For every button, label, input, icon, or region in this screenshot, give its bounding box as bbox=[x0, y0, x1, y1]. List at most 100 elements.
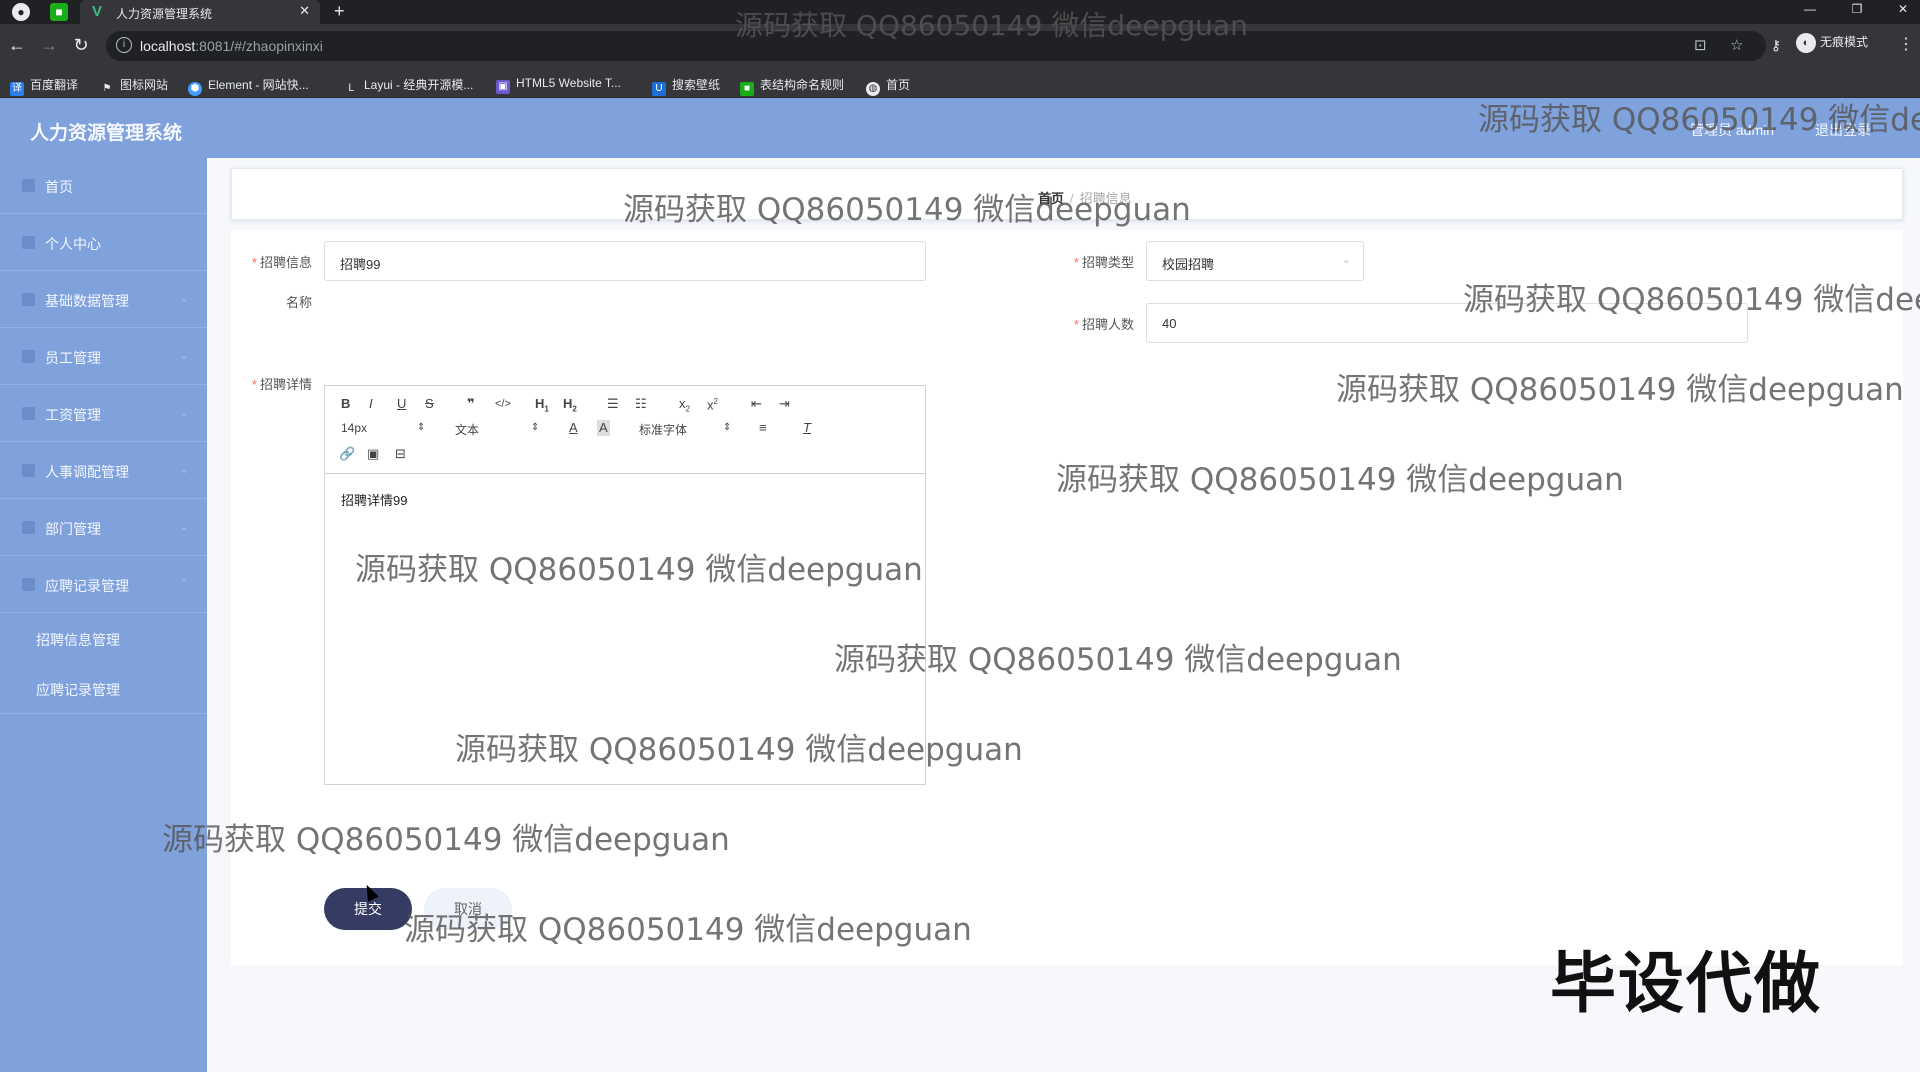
close-icon[interactable]: ✕ bbox=[299, 3, 310, 19]
sidebar-item-profile[interactable]: 个人中心 bbox=[0, 215, 207, 271]
watermark-text: 源码获取 QQ86050149 微信deepguan bbox=[404, 912, 972, 948]
bookmark-item[interactable]: ᒪ Layui - 经典开源模... bbox=[344, 76, 473, 96]
sidebar-item-label: 个人中心 bbox=[45, 236, 101, 252]
recruitment-type-select[interactable]: 校园招聘 ⌄ bbox=[1146, 241, 1364, 281]
bookmark-item[interactable]: 译百度翻译 bbox=[10, 76, 78, 96]
sidebar-item-base-data[interactable]: 基础数据管理 ⌄ bbox=[0, 272, 207, 328]
italic-icon[interactable]: I bbox=[369, 396, 373, 412]
video-icon[interactable]: ⊟ bbox=[395, 446, 406, 462]
bookmark-item[interactable]: U 搜索壁纸 bbox=[652, 76, 720, 96]
transfer-icon bbox=[22, 464, 35, 477]
flag-icon: ⚑ bbox=[100, 82, 114, 96]
bullet-list-icon[interactable]: ☷ bbox=[635, 396, 647, 412]
sidebar-item-home[interactable]: 首页 bbox=[0, 158, 207, 214]
watermark-text: 源码获取 QQ86050149 微信deepguan bbox=[623, 192, 1191, 228]
sidebar-subitem-label: 招聘信息管理 bbox=[36, 632, 120, 648]
background-color-icon[interactable]: A bbox=[597, 420, 610, 436]
outdent-icon[interactable]: ⇤ bbox=[751, 396, 762, 412]
key-icon[interactable]: ⚷ bbox=[1765, 35, 1787, 55]
name-field-label-line2: 名称 bbox=[285, 295, 312, 310]
site-info-icon[interactable]: i bbox=[116, 37, 132, 53]
pinned-tab-icon[interactable]: ■ bbox=[50, 3, 68, 21]
font-family-picker[interactable]: 标准字体 bbox=[639, 421, 687, 438]
sidebar-subitem-application-records[interactable]: 应聘记录管理 bbox=[0, 664, 207, 714]
reload-icon[interactable]: ↻ bbox=[70, 35, 92, 55]
watermark-text: 源码获取 QQ86050149 微信deepguan bbox=[1463, 282, 1920, 318]
picker-caret-icon: ⇕ bbox=[531, 422, 540, 433]
url-path: :8081/#/zhaopinxinxi bbox=[195, 38, 323, 54]
header1-icon[interactable]: H1 bbox=[535, 396, 549, 418]
sidebar-item-department[interactable]: 部门管理 ⌄ bbox=[0, 500, 207, 556]
url-text[interactable]: localhost:8081/#/zhaopinxinxi bbox=[140, 38, 323, 54]
incognito-indicator[interactable]: ◐ 无痕模式 bbox=[1796, 33, 1868, 53]
code-block-icon[interactable]: </> bbox=[495, 396, 511, 412]
sidebar-item-label: 人事调配管理 bbox=[45, 464, 129, 480]
bookmark-item[interactable]: ⚑ 图标网站 bbox=[100, 76, 168, 96]
sidebar-item-label: 基础数据管理 bbox=[45, 293, 129, 309]
bookmark-item[interactable]: ▣ HTML5 Website T... bbox=[496, 76, 621, 94]
blockquote-icon[interactable]: ❞ bbox=[467, 396, 475, 412]
editor-toolbar: B I U S ❞ </> H1 H2 ☰ ☷ x2 x2 ⇤ ⇥ 14px ⇕… bbox=[325, 386, 925, 474]
detail-field-label: * 招聘详情 bbox=[240, 374, 312, 393]
header2-icon[interactable]: H2 bbox=[563, 396, 577, 418]
sidebar: 首页 个人中心 基础数据管理 ⌄ 员工管理 ⌄ 工资管理 ⌄ 人事调配管理 ⌄ … bbox=[0, 158, 207, 1072]
translate-icon[interactable]: ⊡ bbox=[1694, 36, 1707, 54]
type-field-label: * 招聘类型 bbox=[1062, 252, 1134, 271]
layui-icon: ᒪ bbox=[344, 82, 358, 96]
bold-icon[interactable]: B bbox=[341, 396, 350, 412]
superscript-icon[interactable]: x2 bbox=[707, 394, 718, 413]
subscript-icon[interactable]: x2 bbox=[679, 396, 690, 418]
github-tab-icon[interactable]: ● bbox=[12, 3, 30, 21]
text-color-icon[interactable]: A bbox=[569, 420, 578, 436]
indent-icon[interactable]: ⇥ bbox=[779, 396, 790, 412]
wallpaper-icon: U bbox=[652, 82, 666, 96]
ordered-list-icon[interactable]: ☰ bbox=[607, 396, 619, 412]
watermark-text: 源码获取 QQ86050149 微信deepguan bbox=[1336, 372, 1904, 408]
required-mark: * bbox=[251, 377, 257, 392]
required-mark: * bbox=[1073, 255, 1079, 270]
underline-icon[interactable]: U bbox=[397, 396, 406, 412]
recruitment-type-value: 校园招聘 bbox=[1162, 257, 1215, 272]
name-label-line1: 招聘信息 bbox=[259, 255, 312, 270]
sidebar-item-staff[interactable]: 员工管理 ⌄ bbox=[0, 329, 207, 385]
sidebar-item-label: 首页 bbox=[45, 179, 73, 195]
sidebar-item-salary[interactable]: 工资管理 ⌄ bbox=[0, 386, 207, 442]
bookmark-label: 首页 bbox=[886, 78, 911, 92]
minimize-icon[interactable]: — bbox=[1795, 2, 1825, 16]
strike-icon[interactable]: S bbox=[425, 396, 434, 412]
name-field-label: * 招聘信息 bbox=[240, 252, 312, 271]
bookmark-item[interactable]: ⬢ Element - 网站快... bbox=[188, 76, 309, 96]
bookmark-label: 搜索壁纸 bbox=[672, 78, 721, 92]
bookmark-item[interactable]: ◍ 首页 bbox=[866, 76, 910, 96]
font-size-picker[interactable]: 14px bbox=[341, 421, 367, 435]
image-icon[interactable]: ▣ bbox=[367, 446, 379, 462]
watermark-text: 源码获取 QQ86050149 微信deepguan bbox=[834, 642, 1402, 678]
watermark-text: 源码获取 QQ86050149 微信deepguan bbox=[1478, 102, 1920, 138]
html5-icon: ▣ bbox=[496, 80, 510, 94]
browser-tab-active[interactable]: V 人力资源管理系统 ✕ bbox=[80, 0, 320, 24]
sidebar-subitem-recruitment-info[interactable]: 招聘信息管理 bbox=[0, 614, 207, 664]
clear-format-icon[interactable]: T bbox=[803, 420, 811, 436]
required-mark: * bbox=[251, 255, 257, 270]
window-close-icon[interactable]: ✕ bbox=[1888, 2, 1918, 16]
more-menu-icon[interactable]: ⋮ bbox=[1898, 34, 1914, 54]
user-icon bbox=[22, 236, 35, 249]
vue-logo-icon: V bbox=[92, 3, 103, 20]
star-icon[interactable]: ☆ bbox=[1730, 36, 1743, 54]
recruitment-name-input[interactable]: 招聘99 bbox=[324, 241, 926, 281]
header-picker[interactable]: 文本 bbox=[455, 421, 479, 438]
department-icon bbox=[22, 521, 35, 534]
new-tab-button[interactable]: + bbox=[334, 1, 345, 22]
restore-icon[interactable]: ❐ bbox=[1842, 2, 1872, 16]
align-icon[interactable]: ≡ bbox=[759, 420, 767, 436]
sidebar-item-records[interactable]: 应聘记录管理 ⌃ bbox=[0, 557, 207, 613]
sidebar-subitem-label: 应聘记录管理 bbox=[36, 682, 120, 698]
watermark-text: 源码获取 QQ86050149 微信deepguan bbox=[355, 552, 923, 588]
editor-content[interactable]: 招聘详情99 bbox=[341, 490, 407, 509]
back-icon[interactable]: ← bbox=[6, 35, 28, 55]
sidebar-item-transfer[interactable]: 人事调配管理 ⌄ bbox=[0, 443, 207, 499]
bookmark-label: HTML5 Website T... bbox=[516, 76, 621, 90]
bookmark-item[interactable]: ■ 表结构命名规则 bbox=[740, 76, 844, 96]
link-icon[interactable]: 🔗 bbox=[339, 446, 355, 462]
forward-icon[interactable]: → bbox=[38, 35, 60, 55]
